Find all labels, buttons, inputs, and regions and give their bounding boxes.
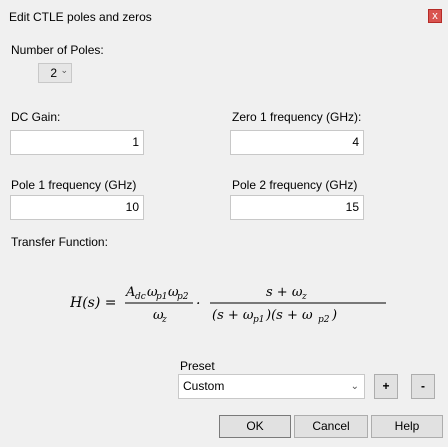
svg-text:p1: p1	[156, 292, 168, 302]
svg-text:z: z	[301, 292, 307, 302]
pole1-label: Pole 1 frequency (GHz)	[11, 178, 137, 192]
svg-text:dc: dc	[135, 292, 146, 302]
pole2-input[interactable]: 15	[230, 195, 364, 220]
svg-text:H(s) =: H(s) =	[70, 295, 117, 311]
svg-text:·: ·	[196, 296, 200, 312]
preset-label: Preset	[180, 359, 215, 373]
svg-text:z: z	[161, 315, 167, 325]
poles-value: 2	[50, 66, 57, 80]
chevron-down-icon: ⌄	[350, 381, 359, 392]
pole2-label: Pole 2 frequency (GHz)	[232, 178, 358, 192]
preset-value: Custom	[183, 379, 225, 393]
window-title: Edit CTLE poles and zeros	[9, 10, 152, 24]
ok-button[interactable]: OK	[219, 415, 291, 438]
svg-text:(s + ω: (s + ω	[212, 308, 254, 323]
transfer-function-equation: H(s) = A dc ω p1 ω p2 ω z · s + ω z (s +…	[70, 285, 386, 325]
poles-label: Number of Poles:	[11, 43, 104, 57]
dc-gain-input[interactable]: 1	[10, 130, 144, 155]
zero1-label: Zero 1 frequency (GHz):	[232, 110, 362, 124]
svg-text:p2: p2	[318, 315, 330, 325]
svg-text:s + ω: s + ω	[266, 285, 303, 300]
svg-text:p1: p1	[253, 315, 265, 325]
svg-text:p2: p2	[177, 292, 189, 302]
preset-select[interactable]: Custom ⌄	[178, 374, 365, 399]
poles-select[interactable]: 2 ⌄	[38, 63, 72, 83]
svg-text:)(s + ω: )(s + ω	[265, 308, 313, 323]
remove-preset-button[interactable]: -	[411, 374, 435, 399]
dc-gain-label: DC Gain:	[11, 110, 61, 124]
close-icon[interactable]: x	[428, 9, 442, 23]
svg-text:A: A	[125, 285, 135, 300]
pole1-input[interactable]: 10	[10, 195, 144, 220]
svg-text:): )	[331, 308, 337, 323]
help-button[interactable]: Help	[371, 415, 443, 438]
zero1-input[interactable]: 4	[230, 130, 364, 155]
add-preset-button[interactable]: +	[374, 374, 398, 399]
transfer-function-label: Transfer Function:	[11, 235, 108, 249]
chevron-down-icon: ⌄	[60, 65, 68, 75]
cancel-button[interactable]: Cancel	[294, 415, 368, 438]
